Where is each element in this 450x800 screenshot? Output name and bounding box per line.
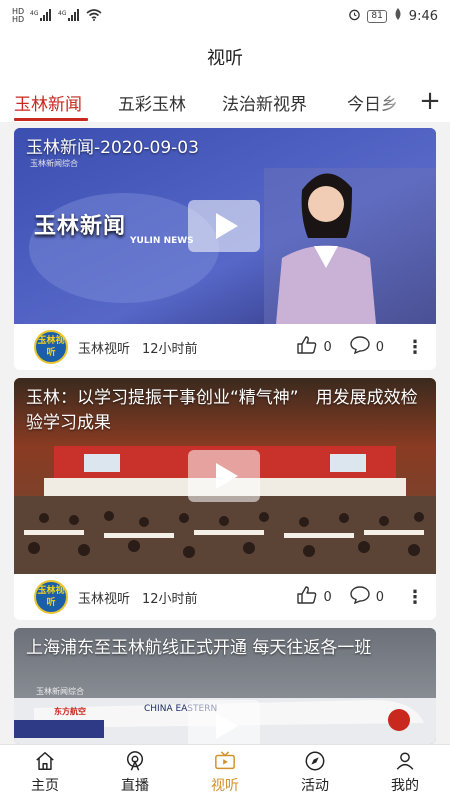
wifi-icon	[86, 8, 102, 24]
comment-icon[interactable]	[350, 586, 370, 608]
thumbs-up-icon[interactable]	[297, 586, 317, 608]
svg-text:4G: 4G	[30, 10, 39, 17]
category-tabs: 玉林新闻 五彩玉林 法治新视界 今日乡 +	[0, 82, 450, 122]
nav-audiovisual[interactable]: 视听	[180, 745, 270, 800]
post-time: 12小时前	[142, 591, 198, 607]
battery-icon: 81	[367, 9, 387, 23]
card-meta: 玉林视听 玉林视听 12小时前 0 0 ⋮	[14, 324, 436, 370]
add-tab-icon[interactable]: +	[410, 82, 450, 122]
card-actions: 0 0 ⋮	[297, 336, 424, 358]
nav-live[interactable]: 直播	[90, 745, 180, 800]
post-time: 12小时前	[142, 341, 198, 357]
avatar[interactable]: 玉林视听	[34, 580, 68, 614]
user-icon	[396, 752, 414, 770]
video-title: 玉林新闻-2020-09-03	[26, 138, 199, 158]
tab-legal-vision[interactable]: 法治新视界	[222, 90, 307, 115]
nav-activity[interactable]: 活动	[270, 745, 360, 800]
live-broadcast-icon	[126, 751, 144, 771]
compass-icon	[305, 751, 325, 771]
tab-yulin-news[interactable]: 玉林新闻	[14, 90, 82, 115]
leaf-icon	[393, 8, 403, 24]
active-tab-indicator	[14, 118, 88, 121]
svg-text:4G: 4G	[58, 10, 67, 17]
nav-audiovisual-label: 视听	[211, 778, 239, 794]
logo-text: 玉林新闻	[34, 213, 127, 239]
like-count: 0	[323, 339, 332, 355]
video-card[interactable]: 玉林：以学习提振干事创业“精气神” 用发展成效检验学习成果 玉林视听 玉林视听 …	[14, 378, 436, 620]
tab-colorful-yulin[interactable]: 五彩玉林	[118, 90, 186, 115]
tab-fade	[374, 82, 414, 122]
play-icon[interactable]	[188, 200, 260, 252]
avatar[interactable]: 玉林视听	[34, 330, 68, 364]
nav-home-label: 主页	[31, 778, 59, 794]
airline-text-cn: 东方航空	[54, 707, 86, 716]
card-actions: 0 0 ⋮	[297, 586, 424, 608]
hd-signal-icon: HD HD	[12, 7, 25, 24]
more-options-icon[interactable]: ⋮	[406, 337, 424, 358]
source-name[interactable]: 玉林视听	[78, 588, 130, 607]
video-title: 玉林：以学习提振干事创业“精气神” 用发展成效检验学习成果	[26, 388, 418, 433]
channel-watermark: 玉林新闻综合	[36, 687, 84, 696]
more-options-icon[interactable]: ⋮	[406, 587, 424, 608]
status-right: 81 9:46	[348, 8, 438, 25]
nav-live-label: 直播	[121, 778, 149, 794]
video-card[interactable]: 玉林新闻 YULIN NEWS 玉林新闻综合 玉林新闻-2020-09-03 玉…	[14, 128, 436, 370]
comment-count: 0	[375, 589, 384, 605]
thumbs-up-icon[interactable]	[297, 336, 317, 358]
bottom-navigation: 主页 直播 视听 活动 我的	[0, 744, 450, 800]
video-thumbnail[interactable]: 玉林新闻 YULIN NEWS 玉林新闻综合 玉林新闻-2020-09-03	[14, 128, 436, 324]
cell-signal-icon-2: 4G	[58, 8, 80, 24]
nav-mine[interactable]: 我的	[360, 745, 450, 800]
play-icon[interactable]	[188, 700, 260, 744]
status-left: HD HD 4G 4G	[12, 8, 102, 24]
video-thumbnail[interactable]: 玉林：以学习提振干事创业“精气神” 用发展成效检验学习成果	[14, 378, 436, 574]
nav-activity-label: 活动	[301, 778, 329, 794]
card-meta: 玉林视听 玉林视听 12小时前 0 0 ⋮	[14, 574, 436, 620]
nav-home[interactable]: 主页	[0, 745, 90, 800]
comment-icon[interactable]	[350, 336, 370, 358]
like-count: 0	[323, 589, 332, 605]
tv-video-icon	[215, 751, 235, 770]
video-thumbnail[interactable]: 东方航空 CHINA EASTERN 玉林新闻综合 上海浦东至玉林航线正式开通 …	[14, 628, 436, 744]
page-title: 视听	[207, 48, 243, 69]
nav-mine-label: 我的	[391, 778, 419, 794]
logo-subtitle: YULIN NEWS	[130, 236, 194, 246]
video-title: 上海浦东至玉林航线正式开通 每天往返各一班	[26, 638, 372, 658]
clock-time: 9:46	[408, 8, 438, 24]
alarm-icon	[348, 8, 361, 25]
play-icon[interactable]	[188, 450, 260, 502]
video-card[interactable]: 东方航空 CHINA EASTERN 玉林新闻综合 上海浦东至玉林航线正式开通 …	[14, 628, 436, 744]
source-name[interactable]: 玉林视听	[78, 338, 130, 357]
page-title-bar: 视听	[0, 32, 450, 82]
comment-count: 0	[375, 339, 384, 355]
status-bar: HD HD 4G 4G 81 9:46	[0, 0, 450, 32]
home-icon	[36, 752, 54, 770]
cell-signal-icon-1: 4G	[30, 8, 52, 24]
